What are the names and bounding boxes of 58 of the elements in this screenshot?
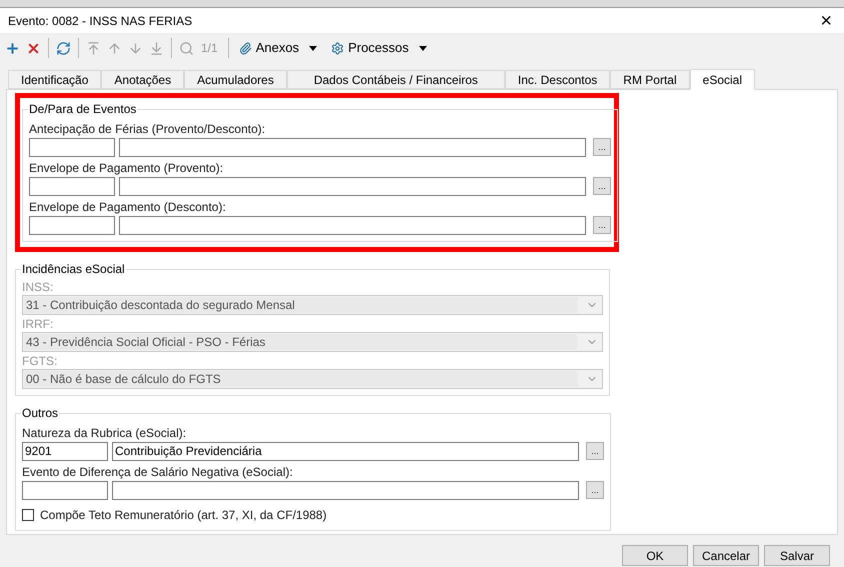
dropdown-value: 00 - Não é base de cálculo do FGTS xyxy=(24,371,577,387)
code-input[interactable] xyxy=(22,480,108,500)
description-input[interactable] xyxy=(112,480,579,500)
tab[interactable]: Dados Contábeis / Financeiros xyxy=(286,70,505,89)
description-input[interactable] xyxy=(119,216,586,234)
delete-icon xyxy=(26,40,41,56)
field-label: INSS: xyxy=(22,279,54,295)
refresh-icon xyxy=(56,40,71,56)
lookup-button[interactable]: ... xyxy=(586,442,604,460)
lookup-button[interactable]: ... xyxy=(593,177,611,195)
tab[interactable]: eSocial xyxy=(690,69,755,90)
page-counter: 1/1 xyxy=(201,40,218,57)
code-input[interactable] xyxy=(29,138,115,156)
tab[interactable]: Acumuladores xyxy=(184,70,287,89)
dialog-button[interactable]: Salvar xyxy=(764,545,830,566)
description-input[interactable] xyxy=(119,138,586,156)
lookup-button[interactable]: ... xyxy=(593,138,611,156)
paperclip-icon xyxy=(238,42,252,54)
field-label: Evento de Diferença de Salário Negativa (eSocial): xyxy=(22,464,294,480)
caret-icon xyxy=(309,46,318,50)
menu-button[interactable]: Anexos xyxy=(238,38,318,58)
description-input[interactable] xyxy=(119,176,586,196)
tab[interactable]: Identificação xyxy=(8,70,102,89)
field-label: FGTS: xyxy=(22,353,58,369)
tab[interactable]: Anotações xyxy=(101,70,184,89)
arrow-to-top-icon xyxy=(86,40,101,56)
tab[interactable]: Inc. Descontos xyxy=(504,70,610,89)
checkbox[interactable] xyxy=(22,509,34,521)
checkbox-label: Compõe Teto Remuneratório (art. 37, XI, da CF/1988) xyxy=(40,507,327,524)
plus-icon xyxy=(5,40,20,56)
field-label: Natureza da Rubrica (eSocial): xyxy=(22,425,188,441)
field-label: Antecipação de Férias (Provento/Desconto): xyxy=(29,121,266,137)
window-title: Evento: 0082 - INSS NAS FERIAS xyxy=(8,12,194,30)
tab[interactable]: RM Portal xyxy=(610,70,690,89)
group-title: Incidências eSocial xyxy=(21,261,126,278)
code-input[interactable] xyxy=(29,176,115,196)
lookup-button[interactable]: ... xyxy=(593,216,611,234)
gear-icon xyxy=(331,42,344,54)
close-button[interactable]: × xyxy=(816,10,836,30)
menu-button[interactable]: Processos xyxy=(331,38,427,58)
dialog-button[interactable]: Cancelar xyxy=(693,545,759,566)
field-label: Envelope de Pagamento (Provento): xyxy=(29,160,224,176)
lookup-button[interactable]: ... xyxy=(586,481,604,499)
field-label: Envelope de Pagamento (Desconto): xyxy=(29,199,227,215)
dialog-button[interactable]: OK xyxy=(622,545,688,566)
code-input[interactable] xyxy=(29,216,115,234)
group-title: De/Para de Eventos xyxy=(28,101,138,118)
dropdown-value: 31 - Contribuição descontada do segurado Mensal xyxy=(24,297,577,313)
search-icon xyxy=(179,40,194,56)
field-label: IRRF: xyxy=(22,316,54,332)
code-input[interactable]: 9201 xyxy=(22,442,108,460)
dropdown-value: 43 - Previdência Social Oficial - PSO - Férias xyxy=(24,334,577,350)
refresh-button[interactable] xyxy=(55,40,72,56)
caret-icon xyxy=(418,46,427,50)
description-input[interactable]: Contribuição Previdenciária xyxy=(112,442,579,460)
arrow-down-icon xyxy=(128,40,143,56)
group-title: Outros xyxy=(21,405,60,422)
arrow-to-bottom-icon xyxy=(149,40,164,56)
